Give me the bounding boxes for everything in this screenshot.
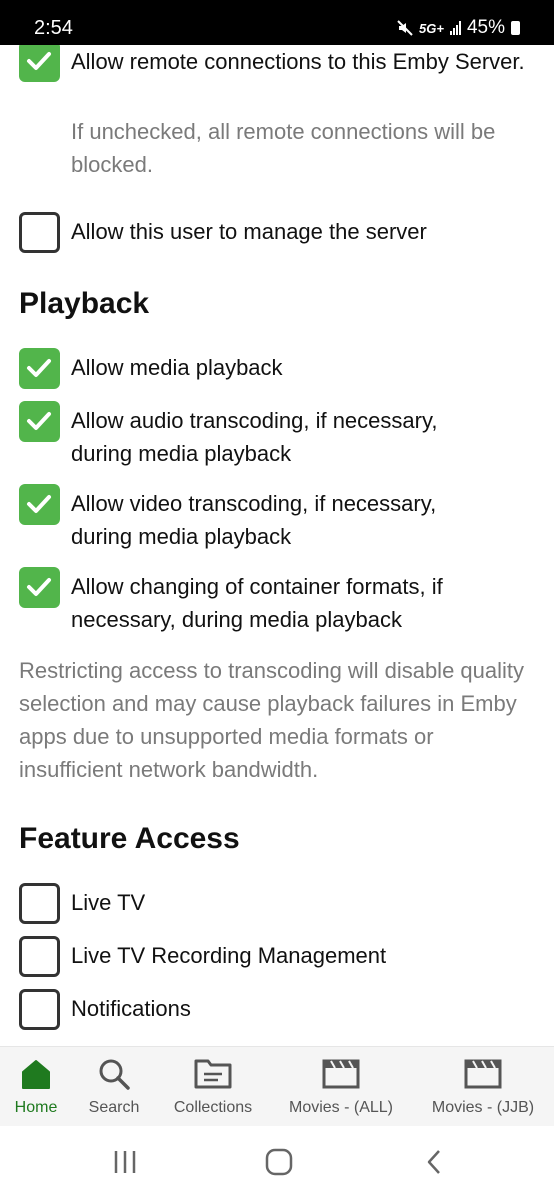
media-playback-checkbox[interactable] xyxy=(19,348,60,389)
system-navigation-bar xyxy=(0,1126,554,1200)
live-tv-label[interactable]: Live TV xyxy=(71,886,532,919)
recent-apps-icon[interactable] xyxy=(112,1148,138,1176)
media-playback-label[interactable]: Allow media playback xyxy=(71,351,532,384)
transcoding-note: Restricting access to transcoding will d… xyxy=(19,658,525,782)
nav-home-label: Home xyxy=(14,1099,58,1116)
feature-row: Live TV Recording Management xyxy=(19,936,532,978)
notifications-checkbox[interactable] xyxy=(19,989,60,1030)
movie-icon xyxy=(322,1059,360,1089)
status-time: 2:54 xyxy=(34,17,73,39)
remote-connections-label[interactable]: Allow remote connections to this Emby Se… xyxy=(71,45,532,78)
home-button-icon[interactable] xyxy=(265,1148,293,1176)
folder-icon xyxy=(194,1059,232,1089)
notifications-label[interactable]: Notifications xyxy=(71,992,532,1025)
check-icon xyxy=(27,578,51,596)
home-icon xyxy=(22,1060,50,1089)
nav-collections[interactable]: Collections xyxy=(163,1047,263,1127)
signal-icon xyxy=(449,21,461,35)
check-icon xyxy=(27,52,51,70)
back-icon[interactable] xyxy=(424,1148,444,1176)
container-formats-label[interactable]: Allow changing of container formats, if … xyxy=(71,570,492,636)
check-icon xyxy=(27,359,51,377)
status-bar: 2:54 5G+ 45% xyxy=(0,0,554,45)
battery-icon xyxy=(511,21,520,35)
remote-connections-row: Allow remote connections to this Emby Se… xyxy=(19,45,532,185)
live-tv-checkbox[interactable] xyxy=(19,883,60,924)
video-transcoding-checkbox[interactable] xyxy=(19,484,60,525)
check-icon xyxy=(27,495,51,513)
battery-percent: 45% xyxy=(466,17,505,38)
audio-transcoding-label[interactable]: Allow audio transcoding, if necessary, d… xyxy=(71,404,472,470)
nav-collections-label: Collections xyxy=(173,1099,253,1116)
playback-row: Allow audio transcoding, if necessary, d… xyxy=(19,401,532,471)
playback-row: Allow media playback xyxy=(19,348,532,390)
video-transcoding-label[interactable]: Allow video transcoding, if necessary, d… xyxy=(71,487,472,553)
remote-connections-helper: If unchecked, all remote connections wil… xyxy=(71,119,496,177)
check-icon xyxy=(27,412,51,430)
settings-content: Allow remote connections to this Emby Se… xyxy=(0,45,554,1046)
feature-access-heading: Feature Access xyxy=(19,822,240,855)
nav-movies-all-label: Movies - (ALL) xyxy=(288,1099,394,1116)
container-formats-checkbox[interactable] xyxy=(19,567,60,608)
mute-icon xyxy=(397,20,413,36)
playback-heading: Playback xyxy=(19,287,150,320)
manage-server-row: Allow this user to manage the server xyxy=(19,212,532,254)
nav-movies-all[interactable]: Movies - (ALL) xyxy=(280,1047,402,1127)
nav-search[interactable]: Search xyxy=(78,1047,150,1127)
manage-server-label[interactable]: Allow this user to manage the server xyxy=(71,215,532,248)
playback-row: Allow video transcoding, if necessary, d… xyxy=(19,484,532,554)
live-tv-recording-label[interactable]: Live TV Recording Management xyxy=(71,939,532,972)
network-type: 5G+ xyxy=(419,20,444,36)
status-icons: 5G+ 45% xyxy=(397,17,520,39)
remote-connections-checkbox[interactable] xyxy=(19,45,60,82)
feature-row: Live TV xyxy=(19,883,532,925)
playback-row: Allow changing of container formats, if … xyxy=(19,567,532,637)
nav-search-label: Search xyxy=(88,1099,140,1116)
nav-movies-jjb[interactable]: Movies - (JJB) xyxy=(422,1047,544,1127)
nav-movies-jjb-label: Movies - (JJB) xyxy=(431,1099,535,1116)
movie-icon xyxy=(464,1059,502,1089)
bottom-navigation: Home Search Collections Movies - (ALL) M… xyxy=(0,1046,554,1127)
search-icon xyxy=(99,1059,130,1090)
manage-server-checkbox[interactable] xyxy=(19,212,60,253)
audio-transcoding-checkbox[interactable] xyxy=(19,401,60,442)
feature-row: Notifications xyxy=(19,989,532,1031)
nav-home[interactable]: Home xyxy=(0,1047,72,1127)
live-tv-recording-checkbox[interactable] xyxy=(19,936,60,977)
